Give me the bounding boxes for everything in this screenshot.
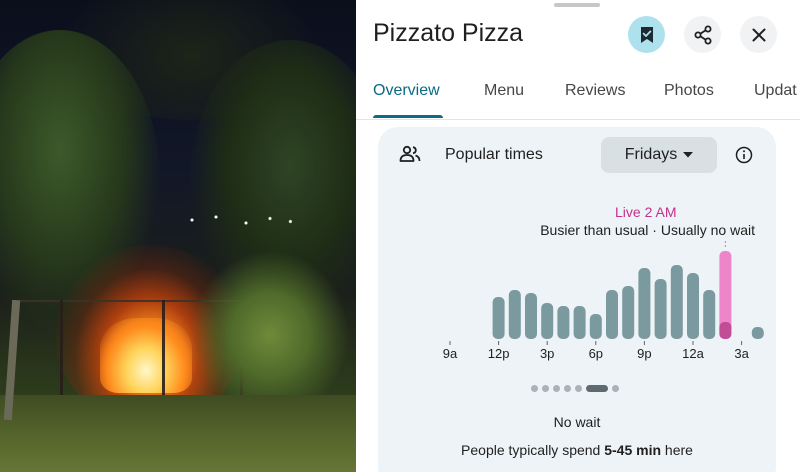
tab-reviews[interactable]: Reviews [565,82,625,100]
background-photo [0,0,356,472]
pager-dot[interactable] [531,385,538,392]
x-tick-label: 3p [540,346,554,361]
hour-pager[interactable] [531,385,619,392]
chart-bar[interactable] [703,290,716,339]
popular-times-chart: 9a 12p 3p 6p 9p 12a 3a [443,241,764,361]
chart-bar[interactable] [508,290,521,339]
chart-bar[interactable] [589,314,602,339]
chart-bar[interactable] [687,273,699,339]
chart-bar[interactable] [573,306,586,339]
city-lights [180,205,300,235]
drag-handle[interactable] [554,3,600,7]
tab-bar: Overview Menu Reviews Photos Updat [356,68,800,120]
chart-bar[interactable] [525,293,537,339]
share-icon [694,25,711,44]
chart-bar[interactable] [492,297,505,339]
chart-bar[interactable] [622,286,635,339]
wait-text: No wait [553,414,601,430]
popular-times-card: Popular times Fridays Live 2 AM Busier t… [378,127,776,472]
save-button[interactable] [628,16,665,53]
active-tab-indicator [373,115,443,118]
fence-post [162,300,165,400]
x-tick-label: 9p [637,346,651,361]
x-tick-label: 12p [488,346,510,361]
close-icon [752,28,765,41]
chart-bar[interactable] [606,290,618,339]
pager-dot[interactable] [564,385,571,392]
x-tick-label: 6p [589,346,603,361]
chart-bar[interactable] [557,306,570,339]
tab-menu[interactable]: Menu [484,82,524,100]
pager-dot-active[interactable] [586,385,608,392]
chart-bar[interactable] [541,303,554,339]
x-tick-label: 9a [443,346,458,361]
pager-dot[interactable] [612,385,619,392]
chart-bar[interactable] [751,327,764,339]
visit-duration: People typically spend 5-45 min here [378,442,776,458]
close-button[interactable] [740,16,777,53]
x-tick-label: 12a [682,346,704,361]
visit-duration-value: 5-45 min [604,442,662,458]
share-button[interactable] [684,16,721,53]
chart-bar[interactable] [638,268,651,339]
x-tick-label: 3a [734,346,749,361]
chart-bar-live-usual [719,322,732,339]
tab-updates[interactable]: Updat [754,82,797,100]
chart-bar[interactable] [654,279,667,339]
tab-overview[interactable]: Overview [373,82,440,100]
pager-dot[interactable] [553,385,560,392]
fence-post [60,300,63,400]
pager-dot[interactable] [575,385,582,392]
visit-duration-prefix: People typically spend [461,442,605,458]
tab-photos[interactable]: Photos [664,82,714,100]
place-title: Pizzato Pizza [373,19,524,47]
grass [0,395,356,472]
bookmark-icon [640,26,653,43]
pager-dot[interactable] [542,385,549,392]
visit-duration-suffix: here [661,442,693,458]
place-panel: Pizzato Pizza Overview Menu Reviews Phot… [356,0,800,472]
chart-bar[interactable] [670,265,683,339]
